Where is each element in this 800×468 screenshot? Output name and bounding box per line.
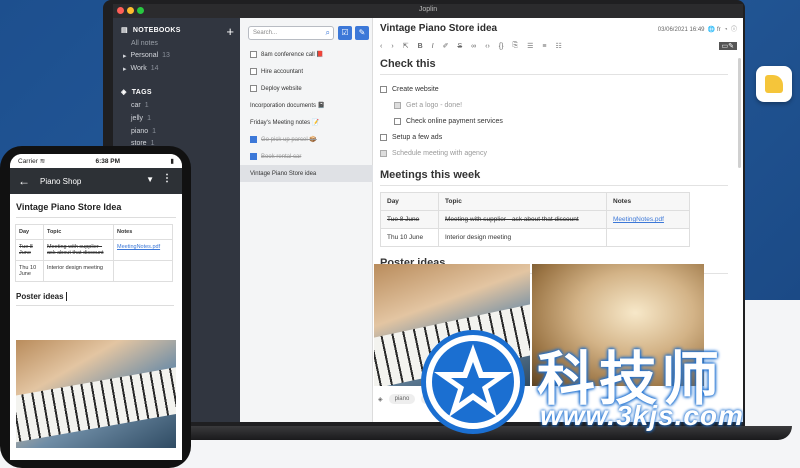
sidebar-tag-jelly[interactable]: jelly 1 xyxy=(131,115,151,122)
table-header-row: Day Topic Notes xyxy=(380,192,690,211)
sidebar-item-work[interactable]: ▸ Work 14 xyxy=(123,65,159,73)
globe-icon[interactable]: 🌐 xyxy=(708,27,715,33)
checklist-item[interactable]: Setup a few ads xyxy=(380,129,728,145)
todo-checkbox[interactable] xyxy=(380,85,387,93)
link-icon[interactable]: ∞ xyxy=(471,43,476,50)
checklist-item[interactable]: Schedule meeting with agency xyxy=(380,145,728,161)
list-item[interactable]: Deploy website xyxy=(240,80,373,97)
note-body[interactable]: Check this Create website Get a logo - d… xyxy=(380,58,728,280)
battery-icon: ▮ xyxy=(170,158,174,165)
new-note-button[interactable]: ✎ xyxy=(355,26,369,40)
external-edit-icon[interactable]: ⇱ xyxy=(403,42,409,50)
list-item[interactable]: Go pick up parcel 📦 xyxy=(240,131,373,148)
chevron-right-icon: ▸ xyxy=(123,53,127,60)
checklist-item[interactable]: Get a logo - done! xyxy=(380,97,728,113)
note-date: 03/06/2021 16:49 xyxy=(657,27,705,33)
attach-icon[interactable]: ⎘ xyxy=(512,42,518,50)
editor-toolbar: ‹ › ⇱ B I ✐ S ∞ ‹› {} ⎘ ☰ ≡ ☷ ▭✎ xyxy=(380,40,737,52)
list-item-selected[interactable]: Vintage Piano Store idea xyxy=(240,165,373,182)
mobile-piano-image xyxy=(16,340,176,448)
meetings-table: Day Topic Notes Tue 8 June Meeting with … xyxy=(380,192,690,247)
forward-icon[interactable]: › xyxy=(391,43,393,50)
numbered-list-icon[interactable]: ≡ xyxy=(542,43,546,50)
checkbox-icon: ☑ xyxy=(341,28,349,37)
table-row: Tue 8 June Meeting with supplier - ask a… xyxy=(15,239,173,261)
list-item[interactable]: Incorporation documents 📓 xyxy=(240,97,373,114)
list-item[interactable]: 8am conference call 📕 xyxy=(240,46,373,63)
table-row: Tue 8 June Meeting with supplier - ask a… xyxy=(380,210,690,229)
todo-checkbox[interactable] xyxy=(250,153,257,160)
heading-check-this: Check this xyxy=(380,58,728,75)
tag-pill[interactable]: piano xyxy=(388,394,416,404)
search-input[interactable]: Search... ⌕ xyxy=(248,26,334,40)
new-todo-button[interactable]: ☑ xyxy=(338,26,352,40)
checklist-item[interactable]: Create website xyxy=(380,81,728,97)
toggle-editor-icon[interactable]: ▭✎ xyxy=(718,42,737,50)
todo-checkbox[interactable] xyxy=(250,51,257,58)
list-item[interactable]: Hire accountant xyxy=(240,63,373,80)
todo-checkbox-checked[interactable] xyxy=(380,149,387,157)
wifi-icon: ≋ xyxy=(39,158,46,165)
list-item[interactable]: Book rental car xyxy=(240,148,373,165)
app-title: Joplin xyxy=(418,6,438,13)
tags-header[interactable]: ◈ TAGS xyxy=(121,88,152,97)
attachment-link[interactable]: MeetingNotes.pdf xyxy=(613,216,664,223)
highlight-icon[interactable]: ✐ xyxy=(443,42,449,50)
spellcheck-lang[interactable]: fr xyxy=(717,27,721,33)
notebooks-header[interactable]: ▤ NOTEBOOKS xyxy=(121,26,181,35)
tag-icon[interactable]: ◈ xyxy=(378,396,383,403)
info-icon[interactable]: ⓘ xyxy=(731,27,737,33)
note-icon: ✎ xyxy=(358,28,366,37)
editor-scrollbar[interactable] xyxy=(738,58,741,168)
todo-checkbox-checked[interactable] xyxy=(394,101,401,109)
sidebar-tag-piano[interactable]: piano 1 xyxy=(131,128,156,135)
sidebar-item-all-notes[interactable]: All notes xyxy=(131,40,158,47)
mobile-header: ← Piano Shop ▼ ⋮ xyxy=(10,168,182,194)
back-icon[interactable]: ‹ xyxy=(380,43,382,50)
note-list: Search... ⌕ ☑ ✎ 8am conference call 📕 Hi… xyxy=(240,18,373,422)
watermark-logo xyxy=(421,330,525,434)
alarm-icon[interactable]: ◔ xyxy=(724,27,728,33)
todo-checkbox[interactable] xyxy=(250,85,257,92)
attachment-link[interactable]: MeetingNotes.pdf xyxy=(117,244,160,250)
code-icon[interactable]: ‹› xyxy=(485,43,490,50)
todo-checkbox[interactable] xyxy=(380,133,387,141)
sidebar-tag-car[interactable]: car 1 xyxy=(131,102,149,109)
sidebar-item-personal[interactable]: ▸ Personal 13 xyxy=(123,52,170,60)
mobile-meetings-table: Day Topic Notes Tue 8 June Meeting with … xyxy=(15,224,173,282)
mobile-note-title[interactable]: Vintage Piano Store Idea xyxy=(16,202,176,218)
checklist-icon[interactable]: ☷ xyxy=(555,42,561,50)
watermark-url: www.3kjs.com xyxy=(540,400,744,431)
add-notebook-button[interactable]: + xyxy=(226,24,234,39)
mobile-poster-heading[interactable]: Poster ideas xyxy=(16,292,174,307)
notebook-title: Piano Shop xyxy=(40,176,82,186)
todo-checkbox[interactable] xyxy=(250,136,257,143)
status-bar: Carrier ≋ 6:38 PM ▮ xyxy=(10,154,182,168)
title-bar: Joplin xyxy=(113,4,743,18)
table-row: Thu 10 June Interior design meeting xyxy=(15,260,173,282)
italic-icon[interactable]: I xyxy=(432,43,434,50)
bold-icon[interactable]: B xyxy=(418,43,423,50)
more-menu-icon[interactable]: ⋮ xyxy=(162,173,172,184)
joplin-app-icon xyxy=(756,66,792,102)
search-icon: ⌕ xyxy=(325,28,330,37)
bullet-list-icon[interactable]: ☰ xyxy=(527,42,533,50)
heading-meetings: Meetings this week xyxy=(380,169,728,186)
checklist-item[interactable]: Check online payment services xyxy=(380,113,728,129)
list-item[interactable]: Friday's Meeting notes 📝 xyxy=(240,114,373,131)
note-title[interactable]: Vintage Piano Store idea xyxy=(380,23,497,34)
todo-checkbox[interactable] xyxy=(250,68,257,75)
dropdown-icon[interactable]: ▼ xyxy=(146,175,154,184)
tag-icon: ◈ xyxy=(121,89,127,96)
back-arrow-icon[interactable]: ← xyxy=(18,174,30,188)
code-block-icon[interactable]: {} xyxy=(499,43,504,50)
phone-frame: Carrier ≋ 6:38 PM ▮ ← Piano Shop ▼ ⋮ Vin… xyxy=(0,146,191,468)
strikethrough-icon[interactable]: S xyxy=(457,43,462,50)
notebook-icon: ▤ xyxy=(121,27,128,34)
note-meta: 03/06/2021 16:49 🌐 fr ◔ ⓘ xyxy=(658,24,737,33)
mobile-app-screen: Carrier ≋ 6:38 PM ▮ ← Piano Shop ▼ ⋮ Vin… xyxy=(10,154,182,460)
chevron-right-icon: ▸ xyxy=(123,66,127,73)
table-row: Thu 10 June Interior design meeting xyxy=(380,228,690,247)
todo-checkbox[interactable] xyxy=(394,117,401,125)
